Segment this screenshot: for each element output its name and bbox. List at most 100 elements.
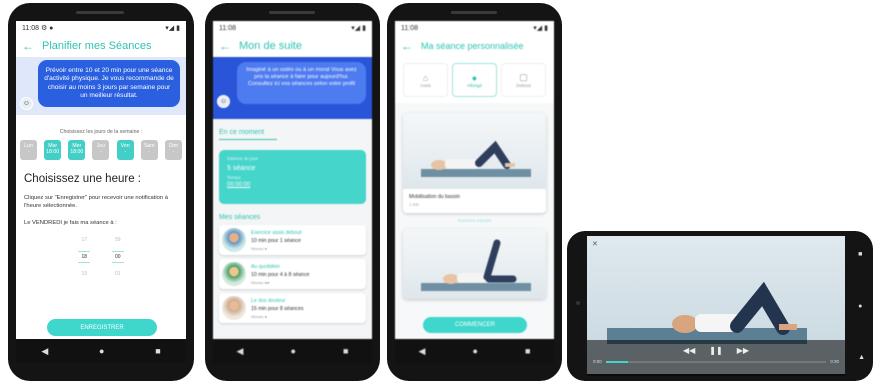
nav-home-icon[interactable]: ● xyxy=(473,346,478,356)
android-nav-bar: ◀ ● ■ xyxy=(213,339,372,363)
day-chip-time: - xyxy=(172,149,175,155)
app-bar: ← Ma séance personnalisée xyxy=(395,35,554,57)
playback-buttons: ◀◀ ❚❚ ▶▶ xyxy=(587,346,845,355)
item-line1: 15 min pour 8 séances xyxy=(251,305,304,312)
app-bar: ← Planifier mes Séances xyxy=(16,35,186,57)
item-line2: Niveau ● xyxy=(251,245,267,251)
day-chip-mar[interactable]: Mar 18:00 xyxy=(44,140,62,160)
exercise-card[interactable] xyxy=(403,229,546,299)
status-icons-right: ▾◢ ▮ xyxy=(533,25,548,32)
progress-bar[interactable] xyxy=(605,360,827,363)
list-item[interactable]: Au quotidien 10 min pour 4 à 8 séance Ni… xyxy=(219,259,366,289)
hour-option: 19 xyxy=(81,270,87,277)
phone-1-speaker xyxy=(76,11,124,14)
day-chip-mer[interactable]: Mer 18:00 xyxy=(68,140,86,160)
minute-option: 59 xyxy=(115,236,121,243)
day-sentence: Le VENDREDI je fais ma séance à : xyxy=(24,219,117,226)
status-icons-right: ▾◢ ▮ xyxy=(165,25,180,32)
minute-wheel[interactable]: 59 00 01 xyxy=(112,237,124,277)
day-chip-dim[interactable]: Dim - xyxy=(164,140,182,160)
today-card[interactable]: Séance du jour 5 séance Temps 00:00:00 xyxy=(219,150,366,204)
bubble-area: Prévoir entre 10 et 20 min pour une séan… xyxy=(16,57,186,115)
day-chip-time: - xyxy=(27,149,30,155)
hour-wheel[interactable]: 17 18 19 xyxy=(78,237,90,277)
video-player[interactable]: ✕ ◀◀ ❚❚ ▶▶ 0:00 0:30 xyxy=(587,236,845,374)
item-line1: 10 min pour 1 séance xyxy=(251,237,301,244)
day-chip-time: 18:00 xyxy=(70,149,84,155)
nav-back-icon[interactable]: ◀ xyxy=(41,346,48,357)
pause-icon[interactable]: ❚❚ xyxy=(709,346,722,355)
progress-row: 0:00 0:30 xyxy=(587,355,845,364)
list-item[interactable]: Exercice assis debout 10 min pour 1 séan… xyxy=(219,225,366,255)
android-nav-bar: ◀ ● ■ xyxy=(16,339,186,363)
position-tabs: ⌂ Assis ● Allongé ▢ Debout xyxy=(395,57,554,103)
nav-back-icon[interactable]: ◀ xyxy=(419,346,426,357)
item-line1: 10 min pour 4 à 8 séance xyxy=(251,271,310,278)
tab-allonge[interactable]: ● Allongé xyxy=(452,63,497,97)
phone-3-speaker xyxy=(451,11,497,14)
coach-avatar: ☺ xyxy=(217,95,230,108)
item-thumbnail xyxy=(222,296,246,320)
exercise-card[interactable]: Mobilisation du bassin 1 min xyxy=(403,113,546,213)
phone-1: 11:08 ⚙ ● ▾◢ ▮ ← Planifier mes Séances P… xyxy=(8,3,194,381)
today-card-line2: Temps xyxy=(227,175,241,180)
list-item[interactable]: Le dos douleur 15 min pour 8 séances Niv… xyxy=(219,293,366,323)
nav-home-icon[interactable]: ● xyxy=(291,346,296,356)
item-text: Au quotidien 10 min pour 4 à 8 séance Ni… xyxy=(251,264,310,285)
back-arrow-icon[interactable]: ← xyxy=(219,39,231,53)
nav-recent-icon[interactable]: ■ xyxy=(525,346,530,356)
status-bar: 11:08 ⚙ ● ▾◢ ▮ xyxy=(16,21,186,35)
exercise-photo xyxy=(403,113,546,189)
back-arrow-icon[interactable]: ← xyxy=(22,39,34,53)
day-chip-lun[interactable]: Lun - xyxy=(20,140,37,160)
save-button[interactable]: ENREGISTRER xyxy=(47,319,157,336)
app-bar: ← Mon de suite xyxy=(213,35,372,57)
standing-icon: ▢ xyxy=(519,72,528,82)
item-line2: Niveau ● xyxy=(251,313,267,319)
nav-back-icon[interactable]: ◀ xyxy=(237,346,244,357)
minute-selected: 00 xyxy=(112,250,124,263)
day-chip-time: - xyxy=(124,149,126,155)
item-thumbnail xyxy=(222,228,246,252)
day-chip-ven[interactable]: Ven - xyxy=(116,140,134,160)
status-bar: 11:08 ▾◢ ▮ xyxy=(395,21,554,35)
start-button[interactable]: COMMENCER xyxy=(423,317,527,333)
rewind-icon[interactable]: ◀◀ xyxy=(683,346,695,355)
forward-icon[interactable]: ▶▶ xyxy=(737,346,749,355)
tab-label: Debout xyxy=(516,83,531,88)
exercise-meta: 1 min xyxy=(409,202,420,207)
nav-recent-icon[interactable]: ■ xyxy=(858,251,865,258)
tab-label: Assis xyxy=(420,82,431,88)
nav-back-icon[interactable]: ▲ xyxy=(858,354,865,361)
nav-home-icon[interactable]: ● xyxy=(858,303,865,310)
bubble-area: Imaginé à un ostéo ou à un moral Vous av… xyxy=(213,57,372,119)
phone-2: 11:08 ▾◢ ▮ ← Mon de suite Imaginé à un o… xyxy=(205,3,380,381)
phone-4-screen: ✕ ◀◀ ❚❚ ▶▶ 0:00 0:30 xyxy=(587,236,845,376)
tab-assis[interactable]: ⌂ Assis xyxy=(403,63,448,97)
minute-option: 01 xyxy=(115,270,121,277)
status-time: 11:08 xyxy=(401,24,418,32)
tab-debout[interactable]: ▢ Debout xyxy=(501,63,546,97)
day-chip-jeu[interactable]: Jeu - xyxy=(92,140,110,160)
page-title: Ma séance personnalisée xyxy=(421,41,524,51)
back-arrow-icon[interactable]: ← xyxy=(401,39,413,53)
tab-current[interactable]: En ce moment xyxy=(219,129,277,140)
status-icons-left: ⚙ ● xyxy=(40,25,54,32)
phone-4-landscape: ✕ ◀◀ ❚❚ ▶▶ 0:00 0:30 ■ ● ▲ xyxy=(567,231,873,381)
status-time: 11:08 xyxy=(22,25,39,32)
phone-2-screen: 11:08 ▾◢ ▮ ← Mon de suite Imaginé à un o… xyxy=(213,21,372,363)
nav-recent-icon[interactable]: ■ xyxy=(343,346,348,356)
exercise-name: Mobilisation du bassin xyxy=(409,194,461,200)
nav-home-icon[interactable]: ● xyxy=(99,346,104,356)
status-time: 11:08 xyxy=(219,24,236,32)
camera-dot xyxy=(576,301,580,305)
time-picker[interactable]: 17 18 19 59 00 01 xyxy=(16,237,186,277)
item-title: Au quotidien xyxy=(251,263,280,270)
item-title: Le dos douleur xyxy=(251,297,286,304)
nav-recent-icon[interactable]: ■ xyxy=(155,346,160,356)
next-exercise-label: Exercice suivant xyxy=(457,218,492,223)
day-chip-sam[interactable]: Sam - xyxy=(140,140,158,160)
item-title: Exercice assis debout xyxy=(251,229,302,236)
progress-fill xyxy=(605,360,628,363)
phone-2-speaker xyxy=(269,11,315,14)
